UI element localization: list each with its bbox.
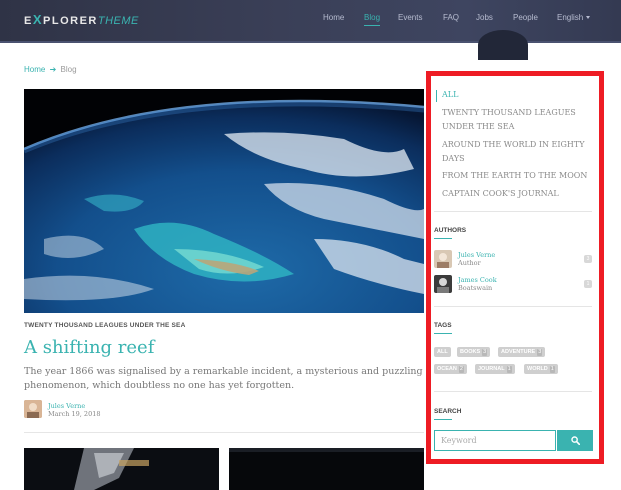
author-item[interactable]: Jules Verne Author 3 (434, 250, 592, 270)
divider (434, 306, 592, 307)
nav-events[interactable]: Events (398, 13, 422, 22)
search-heading: SEARCH (434, 408, 462, 420)
nav-jobs[interactable]: Jobs (476, 13, 493, 22)
post-featured-image[interactable] (24, 89, 424, 313)
nav-home[interactable]: Home (323, 13, 344, 22)
category-active-indicator (436, 90, 437, 102)
divider (24, 432, 424, 433)
tag-books[interactable]: BOOKS 3 (457, 347, 491, 357)
sidebar-category-twenty-thousand-leagues[interactable]: TWENTY THOUSAND LEAGUES UNDER THE SEA (442, 106, 594, 134)
breadcrumb-home-link[interactable]: Home (24, 65, 45, 74)
avatar[interactable] (24, 400, 42, 418)
tag-adventure[interactable]: ADVENTURE 3 (498, 347, 546, 357)
authors-heading: AUTHORS (434, 227, 467, 239)
breadcrumb: Home ➔ Blog (24, 65, 77, 74)
author-name[interactable]: James Cook (458, 276, 497, 284)
avatar (434, 250, 452, 268)
nav-faq[interactable]: FAQ (443, 13, 459, 22)
author-role: Boatswain (458, 284, 493, 292)
post-excerpt: The year 1866 was signalised by a remark… (24, 366, 423, 391)
earth-orbit-photo (24, 89, 424, 313)
post-thumbnail[interactable] (229, 448, 424, 490)
search-icon (571, 436, 580, 445)
post-author-name[interactable]: Jules Verne (48, 402, 85, 410)
arrow-right-icon: ➔ (49, 65, 57, 74)
search-input[interactable] (434, 430, 556, 451)
sidebar-category-around-the-world[interactable]: AROUND THE WORLD IN EIGHTY DAYS (442, 138, 594, 166)
post-category[interactable]: TWENTY THOUSAND LEAGUES UNDER THE SEA (24, 322, 185, 329)
nav-people[interactable]: People (513, 13, 538, 22)
header-planet-decoration (478, 30, 528, 60)
author-item[interactable]: James Cook Boatswain 1 (434, 275, 592, 295)
post-date: March 19, 2018 (48, 410, 101, 418)
avatar (434, 275, 452, 293)
tag-journal[interactable]: JOURNAL 1 (475, 364, 515, 374)
tag-ocean[interactable]: OCEAN 2 (434, 364, 467, 374)
author-post-count: 1 (584, 280, 592, 288)
tag-all[interactable]: ALL (434, 347, 451, 357)
caret-down-icon (586, 16, 591, 20)
nav-blog[interactable]: Blog (364, 13, 381, 26)
nav-language-dropdown[interactable]: English (557, 13, 591, 22)
tags-heading: TAGS (434, 322, 452, 334)
divider (434, 391, 592, 392)
sidebar-category-all[interactable]: ALL (442, 88, 594, 102)
site-header: EXPLORERTHEME Home Blog Events FAQ Jobs … (0, 0, 621, 60)
sidebar-category-earth-to-moon[interactable]: FROM THE EARTH TO THE MOON (442, 169, 594, 183)
search-button[interactable] (557, 430, 593, 451)
post-thumbnail[interactable] (24, 448, 219, 490)
author-role: Author (458, 259, 481, 267)
tag-world[interactable]: WORLD 1 (524, 364, 558, 374)
author-post-count: 3 (584, 255, 592, 263)
sidebar-category-captain-cook[interactable]: CAPTAIN COOK'S JOURNAL (442, 187, 594, 201)
divider (434, 211, 592, 212)
breadcrumb-current: Blog (60, 65, 77, 74)
post-title[interactable]: A shifting reef (24, 337, 154, 358)
author-name[interactable]: Jules Verne (458, 251, 495, 259)
main-nav: Home Blog Events FAQ Jobs People English (0, 13, 621, 33)
